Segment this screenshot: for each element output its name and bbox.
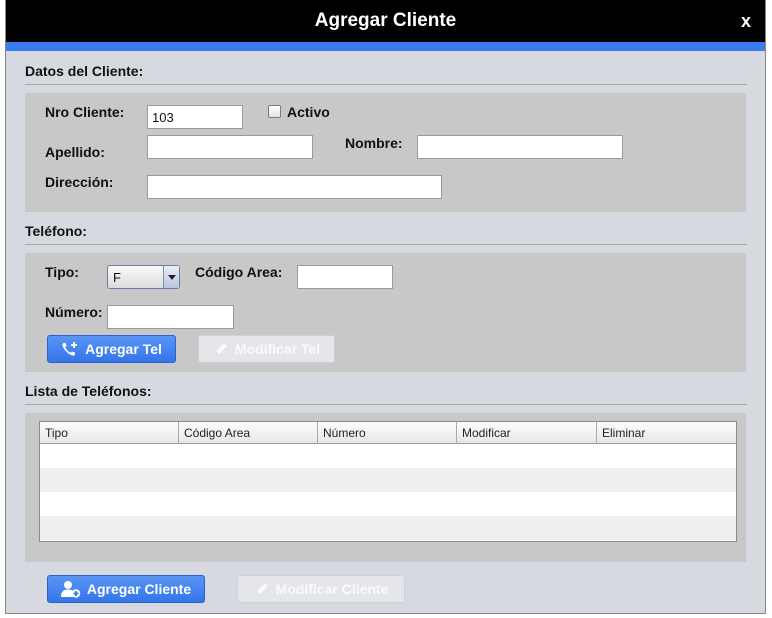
close-button[interactable]: x bbox=[741, 11, 751, 32]
activo-label: Activo bbox=[287, 104, 330, 120]
dialog-title: Agregar Cliente bbox=[314, 10, 457, 31]
column-header-numero[interactable]: Número bbox=[318, 422, 457, 444]
modificar-cliente-button[interactable]: Modificar Cliente bbox=[237, 575, 405, 603]
table-row[interactable] bbox=[40, 468, 736, 492]
nombre-label: Nombre: bbox=[345, 135, 403, 151]
table-row[interactable] bbox=[40, 492, 736, 516]
activo-checkbox[interactable] bbox=[268, 105, 281, 118]
table-row[interactable] bbox=[40, 444, 736, 468]
direccion-input[interactable] bbox=[147, 175, 442, 199]
section-title-lista: Lista de Teléfonos: bbox=[25, 383, 152, 399]
phone-add-icon bbox=[62, 342, 78, 356]
table-body bbox=[40, 444, 736, 540]
column-header-codigo-area[interactable]: Código Area bbox=[179, 422, 318, 444]
modificar-tel-label: Modificar Tel bbox=[234, 341, 321, 357]
agregar-tel-button[interactable]: Agregar Tel bbox=[47, 335, 176, 363]
codigo-area-input[interactable] bbox=[297, 265, 393, 289]
nro-cliente-label: Nro Cliente: bbox=[45, 104, 125, 120]
column-header-modificar[interactable]: Modificar bbox=[457, 422, 597, 444]
cliente-panel: Nro Cliente: Activo Apellido: Nombre: Di… bbox=[25, 93, 746, 212]
agregar-tel-label: Agregar Tel bbox=[85, 341, 162, 357]
title-bar: Agregar Cliente x bbox=[6, 0, 765, 42]
modificar-cliente-label: Modificar Cliente bbox=[275, 581, 389, 597]
tipo-select[interactable]: F bbox=[107, 265, 180, 289]
apellido-input[interactable] bbox=[147, 135, 313, 159]
telefonos-table[interactable]: Tipo Código Area Número Modificar Elimin… bbox=[39, 421, 737, 542]
table-row[interactable] bbox=[40, 516, 736, 540]
codigo-area-label: Código Area: bbox=[195, 264, 283, 280]
chevron-down-icon[interactable] bbox=[163, 266, 179, 288]
nro-cliente-input[interactable] bbox=[147, 105, 243, 129]
nombre-input[interactable] bbox=[417, 135, 623, 159]
numero-input[interactable] bbox=[107, 305, 234, 329]
numero-label: Número: bbox=[45, 304, 103, 320]
direccion-label: Dirección: bbox=[45, 174, 114, 190]
pencil-icon bbox=[255, 583, 268, 595]
apellido-label: Apellido: bbox=[45, 144, 105, 160]
column-header-eliminar[interactable]: Eliminar bbox=[597, 422, 736, 444]
column-header-tipo[interactable]: Tipo bbox=[40, 422, 179, 444]
pencil-icon bbox=[214, 343, 227, 355]
divider bbox=[25, 404, 747, 405]
tipo-select-value: F bbox=[113, 270, 121, 285]
agregar-cliente-button[interactable]: Agregar Cliente bbox=[47, 575, 205, 603]
table-header: Tipo Código Area Número Modificar Elimin… bbox=[40, 422, 736, 444]
divider bbox=[25, 244, 747, 245]
telefono-panel: Tipo: F Código Area: Número: Agregar Tel… bbox=[25, 253, 746, 372]
section-title-telefono: Teléfono: bbox=[25, 223, 87, 239]
accent-bar bbox=[6, 42, 765, 51]
divider bbox=[25, 84, 747, 85]
user-add-icon bbox=[60, 581, 81, 598]
tipo-label: Tipo: bbox=[45, 264, 79, 280]
section-title-cliente: Datos del Cliente: bbox=[25, 63, 144, 79]
agregar-cliente-label: Agregar Cliente bbox=[86, 581, 192, 597]
lista-panel: Tipo Código Area Número Modificar Elimin… bbox=[25, 413, 746, 562]
modificar-tel-button[interactable]: Modificar Tel bbox=[198, 335, 335, 363]
agregar-cliente-dialog: Agregar Cliente x Datos del Cliente: Nro… bbox=[5, 0, 766, 614]
